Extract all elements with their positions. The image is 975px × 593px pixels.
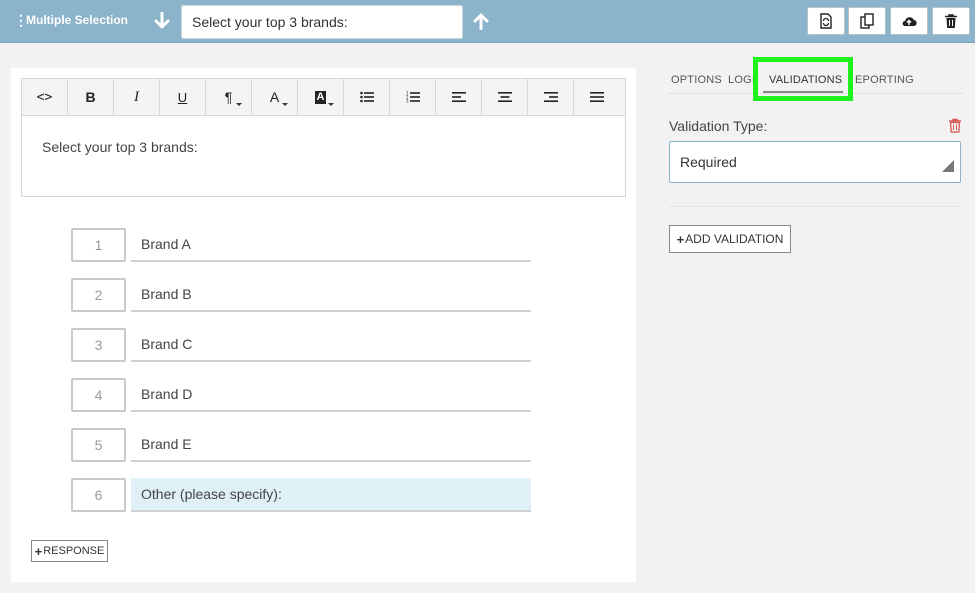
cloud-upload-icon	[902, 17, 917, 27]
response-label-input[interactable]: Brand D	[131, 378, 531, 412]
response-number-box[interactable]: 2	[71, 278, 126, 312]
align-right-icon	[543, 92, 558, 102]
question-editor-card: <> B I U ¶ A A 123 Select your top 3 bra…	[11, 68, 636, 582]
move-up-button[interactable]	[471, 10, 491, 32]
question-title-input[interactable]: Select your top 3 brands:	[181, 5, 463, 39]
align-center-icon	[497, 92, 512, 102]
plus-icon: +	[34, 543, 43, 559]
delete-validation-button[interactable]	[948, 118, 962, 133]
response-row: 4 Brand D	[71, 378, 531, 412]
background-color-icon: A	[314, 90, 327, 104]
paragraph-button[interactable]: ¶	[206, 79, 252, 115]
response-number-box[interactable]: 6	[71, 478, 126, 512]
code-icon: <>	[36, 89, 53, 105]
underline-icon: U	[177, 89, 188, 105]
question-text-editor[interactable]: Select your top 3 brands:	[21, 115, 626, 197]
tab-options[interactable]: OPTIONS	[671, 74, 722, 86]
plus-icon: +	[676, 231, 685, 247]
bullet-list-icon	[359, 91, 374, 103]
add-response-button[interactable]: + RESPONSE	[31, 540, 108, 562]
chevron-down-icon	[282, 103, 288, 106]
response-row: 5 Brand E	[71, 428, 531, 462]
validation-type-select[interactable]: Required	[669, 141, 961, 183]
validation-type-value: Required	[680, 154, 737, 170]
response-row: 1 Brand A	[71, 228, 531, 262]
response-number-box[interactable]: 5	[71, 428, 126, 462]
italic-button[interactable]: I	[114, 79, 160, 115]
delete-question-button[interactable]	[932, 7, 970, 35]
copy-icon	[860, 13, 874, 29]
align-right-button[interactable]	[528, 79, 574, 115]
response-row: 3 Brand C	[71, 328, 531, 362]
justify-icon	[590, 92, 604, 102]
bullet-list-button[interactable]	[344, 79, 390, 115]
tab-reporting[interactable]: EPORTING	[855, 74, 914, 86]
font-color-icon: A	[269, 89, 280, 105]
add-validation-label: ADD VALIDATION	[685, 232, 784, 246]
chevron-down-icon	[328, 103, 334, 106]
italic-icon: I	[134, 88, 139, 105]
arrow-down-icon	[154, 12, 170, 29]
divider	[669, 206, 961, 207]
paragraph-icon: ¶	[224, 89, 233, 105]
bold-icon: B	[85, 89, 96, 105]
align-left-icon	[451, 92, 466, 102]
response-label-input[interactable]: Other (please specify):	[131, 478, 531, 512]
align-left-button[interactable]	[436, 79, 482, 115]
duplicate-button[interactable]	[848, 7, 886, 35]
arrow-up-icon	[473, 13, 489, 30]
response-label-input[interactable]: Brand A	[131, 228, 531, 262]
trash-icon	[945, 14, 957, 28]
numbered-list-button[interactable]: 123	[390, 79, 436, 115]
background-color-button[interactable]: A	[298, 79, 344, 115]
validation-type-label: Validation Type:	[669, 118, 768, 134]
top-bar: ⋮ Multiple Selection Select your top 3 b…	[0, 0, 975, 43]
svg-text:3: 3	[406, 99, 409, 104]
highlight-box	[753, 57, 853, 101]
code-view-button[interactable]: <>	[22, 79, 68, 115]
page-refresh-icon	[820, 13, 832, 29]
tab-logic[interactable]: LOGI	[728, 74, 755, 86]
response-row: 2 Brand B	[71, 278, 531, 312]
move-down-button[interactable]	[152, 10, 172, 32]
question-type-label: Multiple Selection	[26, 13, 129, 27]
underline-button[interactable]: U	[160, 79, 206, 115]
response-number-box[interactable]: 3	[71, 328, 126, 362]
bold-button[interactable]: B	[68, 79, 114, 115]
response-label-input[interactable]: Brand B	[131, 278, 531, 312]
response-label-input[interactable]: Brand E	[131, 428, 531, 462]
font-color-button[interactable]: A	[252, 79, 298, 115]
numbered-list-icon: 123	[406, 91, 420, 103]
response-number-box[interactable]: 4	[71, 378, 126, 412]
justify-button[interactable]	[574, 79, 620, 115]
question-settings-button[interactable]	[807, 7, 845, 35]
kebab-menu-icon[interactable]: ⋮	[14, 13, 28, 27]
response-row: 6 Other (please specify):	[71, 478, 531, 512]
upload-button[interactable]	[890, 7, 928, 35]
question-type-menu[interactable]: ⋮ Multiple Selection	[14, 13, 128, 27]
trash-icon	[949, 118, 961, 133]
align-center-button[interactable]	[482, 79, 528, 115]
add-validation-button[interactable]: + ADD VALIDATION	[669, 225, 791, 253]
resize-corner-icon	[942, 160, 954, 172]
response-number-box[interactable]: 1	[71, 228, 126, 262]
add-response-label: RESPONSE	[43, 545, 105, 557]
response-label-input[interactable]: Brand C	[131, 328, 531, 362]
chevron-down-icon	[236, 103, 242, 106]
rich-text-toolbar: <> B I U ¶ A A 123	[21, 78, 626, 116]
